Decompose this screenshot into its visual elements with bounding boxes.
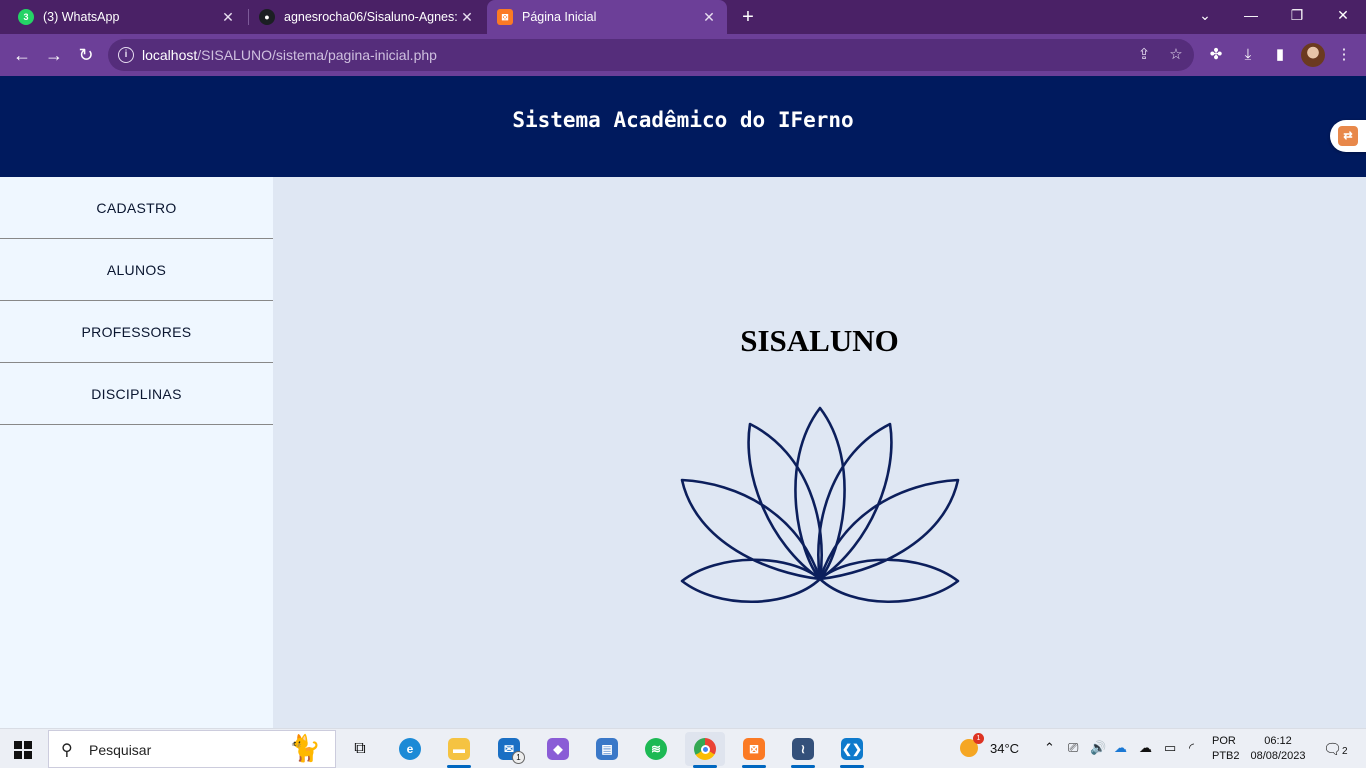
tab-title: (3) WhatsApp bbox=[43, 10, 120, 24]
task-view-icon: ⧉ bbox=[354, 740, 366, 757]
side-panel-icon[interactable]: ▮ bbox=[1269, 44, 1291, 66]
notification-icon: 🗨 bbox=[1323, 741, 1343, 758]
onedrive-icon[interactable]: ☁ bbox=[1114, 740, 1127, 756]
wifi-icon[interactable]: ◜ bbox=[1189, 740, 1194, 756]
close-icon[interactable]: ✕ bbox=[701, 9, 717, 26]
new-tab-button[interactable]: + bbox=[738, 5, 758, 29]
site-header: Sistema Acadêmico do IFerno ⇄ bbox=[0, 76, 1366, 177]
github-icon: ● bbox=[259, 9, 275, 25]
taskbar-mail[interactable]: ✉ 1 bbox=[489, 732, 529, 766]
minimize-button[interactable]: — bbox=[1228, 0, 1274, 34]
taskbar-mysql-workbench[interactable]: ≀ bbox=[783, 732, 823, 768]
task-view-button[interactable]: ⧉ bbox=[340, 732, 380, 766]
extension-widget[interactable]: ⇄ bbox=[1330, 120, 1366, 152]
forward-button[interactable]: → bbox=[42, 43, 66, 67]
sidebar-menu: CADASTRO ALUNOS PROFESSORES DISCIPLINAS bbox=[0, 177, 273, 728]
back-button[interactable]: ← bbox=[10, 43, 34, 67]
lang-code: POR bbox=[1212, 735, 1236, 747]
keyboard-layout: PTB2 bbox=[1212, 750, 1240, 762]
reload-button[interactable]: ↻ bbox=[74, 43, 98, 67]
notification-count: 2 bbox=[1342, 746, 1348, 757]
windows-start-icon[interactable] bbox=[14, 741, 32, 759]
tab-title: Página Inicial bbox=[522, 10, 597, 24]
menu-kebab-icon[interactable]: ⋮ bbox=[1333, 44, 1355, 66]
meet-now-icon[interactable]: ⎚ bbox=[1068, 740, 1078, 756]
sidebar-item-disciplinas[interactable]: DISCIPLINAS bbox=[0, 363, 273, 425]
address-bar[interactable]: i localhost/SISALUNO/sistema/pagina-inic… bbox=[108, 39, 1194, 71]
download-icon[interactable]: ⤓ bbox=[1237, 44, 1259, 66]
weather-temp: 34°C bbox=[990, 740, 1020, 756]
brand-title: SISALUNO bbox=[740, 323, 899, 358]
taskbar-edge[interactable]: e bbox=[390, 732, 430, 766]
address-url[interactable]: localhost/SISALUNO/sistema/pagina-inicia… bbox=[142, 47, 437, 63]
weather-sun-icon bbox=[960, 733, 984, 757]
share-icon[interactable]: ⇪ bbox=[1134, 45, 1154, 65]
sidebar-item-alunos[interactable]: ALUNOS bbox=[0, 239, 273, 301]
site-info-icon[interactable]: i bbox=[118, 47, 134, 63]
windows-taskbar: ⚲ Pesquisar 🐈 ⧉ e ▬ ✉1 ◆ ▤ ≋ ⊠ ≀ ❮❯ 34°C… bbox=[0, 728, 1366, 768]
search-icon: ⚲ bbox=[61, 742, 73, 759]
extensions-icon[interactable]: ✤ bbox=[1205, 44, 1227, 66]
site-title: Sistema Acadêmico do IFerno bbox=[512, 108, 854, 132]
tab-github[interactable]: ● agnesrocha06/Sisaluno-Agnes: R ✕ bbox=[249, 0, 485, 34]
cat-illustration-icon: 🐈 bbox=[288, 733, 321, 763]
close-window-button[interactable]: ✕ bbox=[1320, 0, 1366, 34]
sidebar-item-professores[interactable]: PROFESSORES bbox=[0, 301, 273, 363]
tab-search-chevron-icon[interactable]: ⌄ bbox=[1182, 0, 1228, 34]
weather-widget[interactable]: 34°C bbox=[960, 733, 1020, 757]
clock-date: 08/08/2023 bbox=[1250, 750, 1306, 762]
news-icon: ▤ bbox=[596, 738, 618, 760]
tab-pagina-inicial[interactable]: ⊠ Página Inicial ✕ bbox=[487, 0, 727, 34]
main-content: SISALUNO bbox=[273, 177, 1366, 728]
clock[interactable]: 06:12 08/08/2023 bbox=[1246, 734, 1310, 764]
volume-icon[interactable]: 🔊 bbox=[1090, 740, 1106, 756]
taskbar-news[interactable]: ▤ bbox=[587, 732, 627, 766]
taskbar-copilot[interactable]: ◆ bbox=[538, 732, 578, 766]
translate-icon: ⇄ bbox=[1338, 126, 1358, 146]
url-path: /SISALUNO/sistema/pagina-inicial.php bbox=[197, 47, 437, 63]
taskbar-chrome[interactable] bbox=[685, 732, 725, 768]
xampp-icon: ⊠ bbox=[743, 738, 765, 760]
mail-badge: 1 bbox=[512, 751, 525, 764]
taskbar-vscode[interactable]: ❮❯ bbox=[832, 732, 872, 768]
xampp-icon: ⊠ bbox=[497, 9, 513, 25]
profile-avatar[interactable] bbox=[1301, 43, 1325, 67]
taskbar-xampp[interactable]: ⊠ bbox=[734, 732, 774, 768]
close-icon[interactable]: ✕ bbox=[220, 9, 236, 26]
sync-cloud-icon[interactable]: ☁ bbox=[1139, 740, 1152, 756]
spotify-icon: ≋ bbox=[645, 738, 667, 760]
chrome-icon bbox=[694, 738, 716, 760]
edge-icon: e bbox=[399, 738, 421, 760]
restore-button[interactable]: ❐ bbox=[1274, 0, 1320, 34]
taskbar-file-explorer[interactable]: ▬ bbox=[439, 732, 479, 768]
input-language[interactable]: POR PTB2 bbox=[1212, 734, 1240, 764]
url-host: localhost bbox=[142, 47, 198, 63]
clock-time: 06:12 bbox=[1264, 735, 1292, 747]
notification-center[interactable]: 🗨2 bbox=[1323, 740, 1348, 758]
battery-icon[interactable]: ▭ bbox=[1164, 740, 1176, 756]
browser-toolbar: ← → ↻ i localhost/SISALUNO/sistema/pagin… bbox=[0, 34, 1366, 76]
mysql-workbench-icon: ≀ bbox=[792, 738, 814, 760]
vscode-icon: ❮❯ bbox=[841, 738, 863, 760]
copilot-icon: ◆ bbox=[547, 738, 569, 760]
whatsapp-icon: 3 bbox=[18, 9, 34, 25]
taskbar-search[interactable]: ⚲ Pesquisar 🐈 bbox=[48, 730, 336, 768]
close-icon[interactable]: ✕ bbox=[459, 9, 475, 26]
folder-icon: ▬ bbox=[448, 738, 470, 760]
tab-whatsapp[interactable]: 3 (3) WhatsApp ✕ bbox=[8, 0, 246, 34]
browser-tab-strip: 3 (3) WhatsApp ✕ ● agnesrocha06/Sisaluno… bbox=[0, 0, 1366, 34]
sidebar-item-cadastro[interactable]: CADASTRO bbox=[0, 177, 273, 239]
web-page: Sistema Acadêmico do IFerno ⇄ CADASTRO A… bbox=[0, 76, 1366, 728]
search-placeholder: Pesquisar bbox=[89, 742, 152, 758]
taskbar-spotify[interactable]: ≋ bbox=[636, 732, 676, 766]
tray-chevron-up-icon[interactable]: ⌃ bbox=[1044, 740, 1055, 756]
bookmark-star-icon[interactable]: ☆ bbox=[1166, 45, 1186, 65]
tab-title: agnesrocha06/Sisaluno-Agnes: R bbox=[284, 10, 459, 24]
lotus-flower-icon bbox=[680, 406, 960, 603]
